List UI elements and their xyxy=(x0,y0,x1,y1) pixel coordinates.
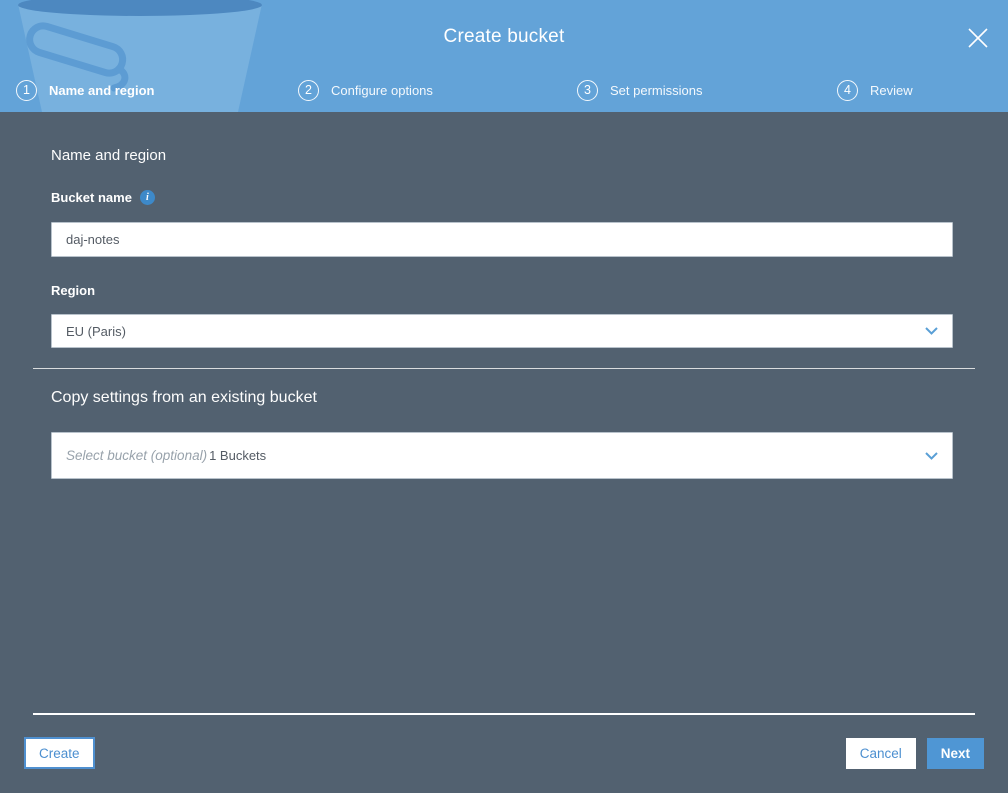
dialog-title: Create bucket xyxy=(443,26,565,47)
dialog-body: Name and region Bucket name i Region EU … xyxy=(0,112,1008,793)
next-button[interactable]: Next xyxy=(926,738,984,769)
wizard-step-name-and-region[interactable]: 1 Name and region xyxy=(16,79,154,101)
dialog-header: Create bucket 1 Name and region 2 Config… xyxy=(0,0,1008,112)
wizard-step-configure-options[interactable]: 2 Configure options xyxy=(298,79,433,101)
footer-divider xyxy=(33,713,975,715)
step-label: Name and region xyxy=(49,82,155,98)
region-label: Region xyxy=(51,283,95,298)
create-button[interactable]: Create xyxy=(24,737,95,769)
bucket-name-input[interactable] xyxy=(51,222,953,257)
step-number-badge: 3 xyxy=(577,79,598,101)
section-heading-name-and-region: Name and region xyxy=(51,147,167,164)
step-number-badge: 2 xyxy=(298,79,319,101)
step-label: Review xyxy=(870,82,913,98)
region-label-text: Region xyxy=(51,283,96,298)
step-label: Configure options xyxy=(331,82,433,98)
cancel-button[interactable]: Cancel xyxy=(845,738,916,769)
chevron-down-icon xyxy=(925,327,938,335)
chevron-down-icon xyxy=(925,451,938,460)
create-bucket-dialog: Create bucket 1 Name and region 2 Config… xyxy=(0,0,1008,793)
region-select[interactable]: EU (Paris) xyxy=(51,314,953,348)
bucket-count-text: 1 Buckets xyxy=(209,448,267,463)
copy-settings-bucket-select[interactable]: Select bucket (optional) 1 Buckets xyxy=(51,432,953,479)
step-number-badge: 4 xyxy=(837,79,858,101)
footer-right-actions: Cancel Next xyxy=(845,738,984,769)
step-label: Set permissions xyxy=(610,82,703,98)
wizard-step-review[interactable]: 4 Review xyxy=(837,79,913,101)
bucket-name-label-text: Bucket name xyxy=(51,190,132,205)
close-icon[interactable] xyxy=(966,26,990,50)
wizard-step-set-permissions[interactable]: 3 Set permissions xyxy=(577,79,702,101)
step-number-badge: 1 xyxy=(16,79,37,101)
section-divider xyxy=(33,368,975,369)
wizard-steps: 1 Name and region 2 Configure options 3 … xyxy=(0,79,1008,101)
region-selected-value: EU (Paris) xyxy=(66,323,126,339)
copy-settings-heading: Copy settings from an existing bucket xyxy=(51,389,317,406)
info-icon[interactable]: i xyxy=(139,190,155,205)
bucket-select-placeholder: Select bucket (optional) xyxy=(66,448,208,463)
bucket-name-label: Bucket name i xyxy=(51,190,155,205)
